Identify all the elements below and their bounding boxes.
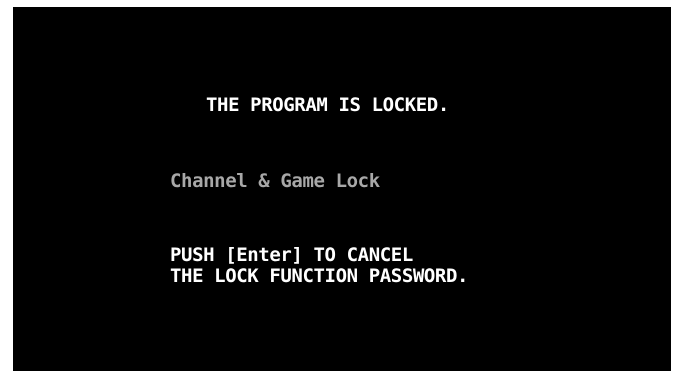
lock-title: THE PROGRAM IS LOCKED. (206, 94, 449, 116)
instruction-line-2: THE LOCK FUNCTION PASSWORD. (170, 265, 469, 287)
lock-screen: THE PROGRAM IS LOCKED. Channel & Game Lo… (13, 7, 671, 371)
lock-type-label: Channel & Game Lock (170, 170, 380, 192)
instruction-line-1: PUSH [Enter] TO CANCEL (170, 244, 413, 266)
